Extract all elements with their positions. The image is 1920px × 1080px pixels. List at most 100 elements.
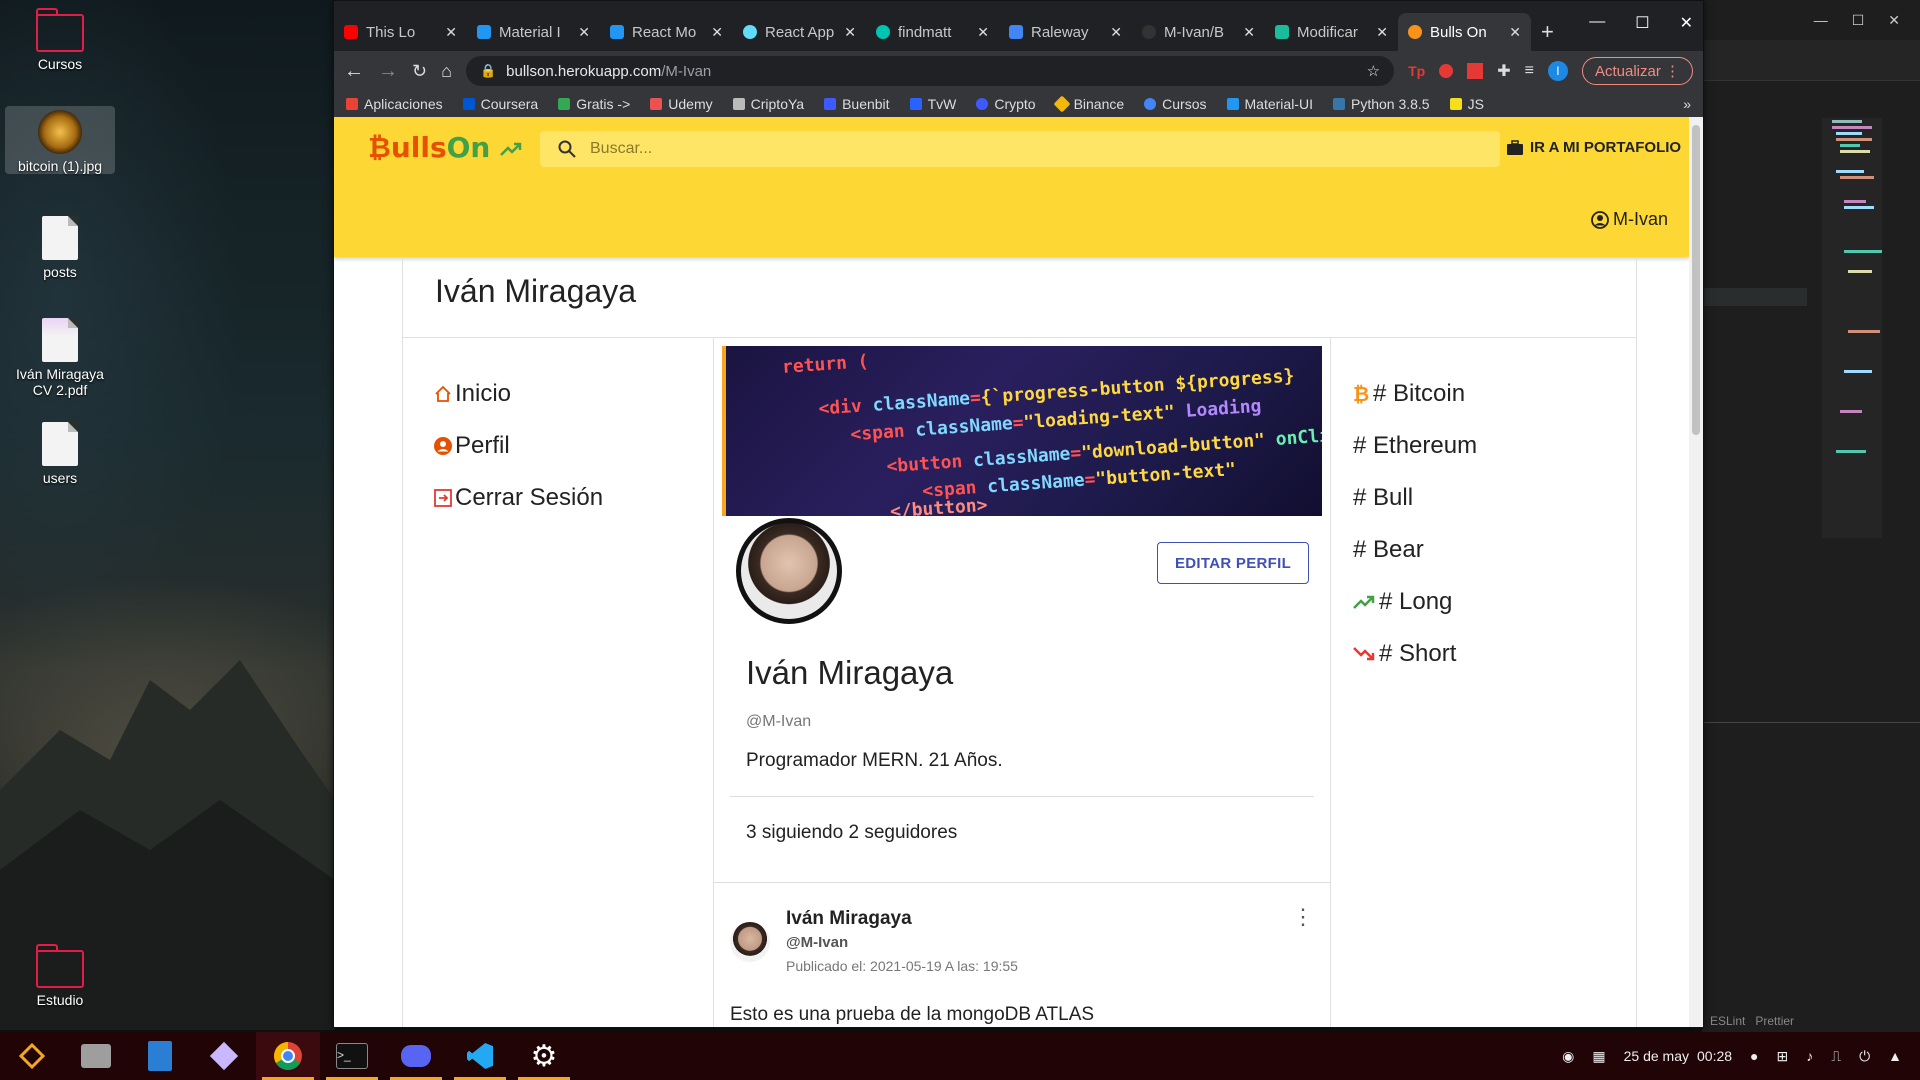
browser-tab[interactable]: Raleway ✕: [999, 13, 1132, 51]
bullson-logo[interactable]: ₿ullsOn: [368, 131, 522, 164]
home-icon[interactable]: ⌂: [441, 61, 452, 82]
bookmark-gratis[interactable]: Gratis ->: [558, 96, 630, 112]
close-icon[interactable]: ✕: [1509, 24, 1521, 41]
avatar[interactable]: [730, 922, 770, 962]
taskbar-discord[interactable]: [384, 1032, 448, 1080]
bookmark-coursera[interactable]: Coursera: [462, 96, 538, 112]
tag-item-bitcoin[interactable]: ₿ # Bitcoin: [1353, 380, 1465, 408]
close-icon[interactable]: ✕: [977, 24, 989, 41]
user-menu-button[interactable]: M-Ivan: [1591, 209, 1668, 230]
nav-item-perfil[interactable]: Perfil: [433, 432, 510, 460]
desktop-file-bitcoin-image[interactable]: bitcoin (1).jpg: [5, 106, 115, 174]
taskbar-chrome[interactable]: [256, 1032, 320, 1080]
address-bar[interactable]: 🔒 bullson.herokuapp.com/M-Ivan ☆: [465, 56, 1395, 86]
browser-tab-active[interactable]: Bulls On ✕: [1398, 13, 1531, 51]
taskbar-app[interactable]: [192, 1032, 256, 1080]
network-icon[interactable]: ⊞: [1777, 1048, 1789, 1065]
close-icon[interactable]: ✕: [578, 24, 590, 41]
forward-icon[interactable]: →: [378, 60, 398, 83]
close-icon[interactable]: ✕: [1110, 24, 1122, 41]
minimize-icon[interactable]: —: [1589, 13, 1605, 33]
tag-item-bull[interactable]: # Bull: [1353, 484, 1413, 512]
maximize-icon[interactable]: ☐: [1635, 13, 1649, 33]
app-menu-button[interactable]: [0, 1032, 64, 1080]
power-icon[interactable]: ⏻: [1859, 1048, 1870, 1065]
close-icon[interactable]: ✕: [1243, 24, 1255, 41]
desktop-file-cv-pdf[interactable]: Iván Miragaya CV 2.pdf: [5, 318, 115, 398]
maximize-icon[interactable]: ☐: [1852, 12, 1865, 29]
bookmark-criptoya[interactable]: CriptoYa: [732, 96, 804, 112]
browser-tab[interactable]: M-Ivan/B ✕: [1132, 13, 1265, 51]
browser-tab[interactable]: Modificar ✕: [1265, 13, 1398, 51]
browser-tab[interactable]: React App ✕: [733, 13, 866, 51]
nav-item-inicio[interactable]: Inicio: [433, 380, 511, 408]
tag-item-bear[interactable]: # Bear: [1353, 536, 1424, 564]
chevron-up-icon[interactable]: ▲: [1888, 1048, 1902, 1064]
discord-tray-icon[interactable]: ◉: [1562, 1048, 1574, 1065]
bookmark-udemy[interactable]: Udemy: [650, 96, 713, 112]
edit-profile-button[interactable]: EDITAR PERFIL: [1157, 542, 1309, 584]
desktop-file-posts[interactable]: posts: [5, 216, 115, 280]
taskbar-terminal[interactable]: >_: [320, 1032, 384, 1080]
reload-icon[interactable]: ↻: [412, 61, 427, 82]
bookmark-js[interactable]: JS: [1449, 96, 1484, 112]
new-tab-button[interactable]: +: [1531, 13, 1564, 51]
media-control-icon[interactable]: ≡: [1525, 62, 1534, 80]
browser-tab[interactable]: React Mo ✕: [600, 13, 733, 51]
close-icon[interactable]: ✕: [844, 24, 856, 41]
nav-item-cerrar-sesion[interactable]: Cerrar Sesión: [433, 484, 603, 512]
minimize-icon[interactable]: —: [1814, 12, 1828, 28]
star-icon[interactable]: ☆: [1367, 62, 1380, 80]
update-button[interactable]: Actualizar ⋮: [1581, 57, 1693, 85]
bookmark-material-ui[interactable]: Material-UI: [1226, 96, 1313, 112]
page-scrollbar[interactable]: [1689, 117, 1703, 1027]
bookmark-tvw[interactable]: TvW: [909, 96, 956, 112]
react-icon: [743, 25, 757, 39]
bookmark-crypto[interactable]: Crypto: [976, 96, 1036, 112]
bookmark-buenbit[interactable]: Buenbit: [824, 96, 890, 112]
post-author[interactable]: Iván Miragaya: [786, 908, 912, 930]
browser-tab[interactable]: Material I ✕: [467, 13, 600, 51]
search-input[interactable]: Buscar...: [540, 131, 1500, 167]
clock-time[interactable]: 00:28: [1697, 1048, 1732, 1064]
more-vert-icon[interactable]: ⋮: [1292, 904, 1314, 930]
extension-icon[interactable]: Tp: [1408, 63, 1425, 79]
close-icon[interactable]: ✕: [1888, 12, 1900, 29]
desktop-file-users[interactable]: users: [5, 422, 115, 486]
taskbar-vscode[interactable]: [448, 1032, 512, 1080]
close-icon[interactable]: ✕: [1680, 13, 1693, 33]
taskbar-settings[interactable]: ⚙: [512, 1032, 576, 1080]
volume-icon[interactable]: ♪: [1806, 1048, 1813, 1064]
close-icon[interactable]: ✕: [445, 24, 457, 41]
browser-tab[interactable]: findmatt ✕: [866, 13, 999, 51]
follow-stats[interactable]: 3 siguiendo 2 seguidores: [746, 822, 957, 844]
tag-item-long[interactable]: # Long: [1353, 588, 1452, 616]
desktop-folder-estudio[interactable]: Estudio: [5, 944, 115, 1008]
taskbar-writer[interactable]: [128, 1032, 192, 1080]
tag-item-short[interactable]: # Short: [1353, 640, 1456, 668]
scrollbar-thumb[interactable]: [1692, 125, 1700, 435]
extension-icon[interactable]: [1467, 63, 1484, 79]
keyboard-icon[interactable]: ▦: [1592, 1048, 1605, 1065]
microphone-icon[interactable]: ⎍: [1831, 1048, 1841, 1065]
puzzle-icon[interactable]: ✚: [1497, 61, 1510, 81]
extension-icon[interactable]: [1439, 64, 1454, 78]
avatar[interactable]: I: [1547, 61, 1568, 81]
bookmark-cursos[interactable]: Cursos: [1144, 96, 1207, 112]
close-icon[interactable]: ✕: [1376, 24, 1388, 41]
bookmark-python[interactable]: Python 3.8.5: [1332, 96, 1430, 112]
tag-item-ethereum[interactable]: # Ethereum: [1353, 432, 1477, 460]
desktop-folder-cursos[interactable]: Cursos: [5, 8, 115, 72]
back-icon[interactable]: ←: [344, 60, 364, 83]
clock-date[interactable]: 25 de may: [1624, 1048, 1689, 1064]
bookmark-apps[interactable]: Aplicaciones: [346, 96, 443, 112]
portfolio-button[interactable]: IR A MI PORTAFOLIO: [1506, 139, 1681, 156]
status-eslint[interactable]: ESLint: [1710, 1014, 1745, 1028]
browser-tab[interactable]: This Lo ✕: [334, 13, 467, 51]
more-bookmarks-icon[interactable]: »: [1683, 96, 1691, 112]
bookmark-binance[interactable]: Binance: [1053, 95, 1124, 113]
window-controls: — ☐ ✕: [1589, 13, 1693, 33]
status-prettier[interactable]: Prettier: [1755, 1014, 1794, 1028]
taskbar-files[interactable]: [64, 1032, 128, 1080]
close-icon[interactable]: ✕: [711, 24, 723, 41]
